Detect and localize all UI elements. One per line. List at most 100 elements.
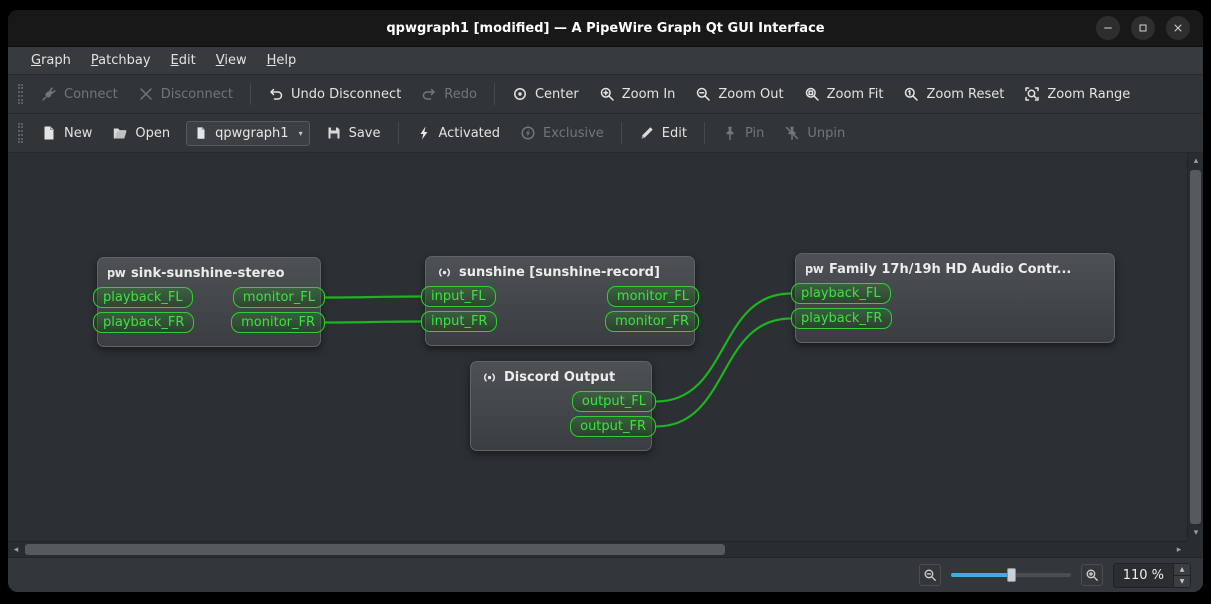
node-title-text: Family 17h/19h HD Audio Contr... [829,261,1072,277]
node-title-text: sunshine [sunshine-record] [459,264,660,280]
button-label: Activated [438,125,501,141]
node-discord[interactable]: Discord Output output_FL output_FR [470,361,656,451]
button-label: Zoom Out [718,86,784,102]
port-monitor_FR[interactable]: monitor_FR [231,312,325,333]
toolbar-handle[interactable] [18,123,23,143]
node-family[interactable]: pw Family 17h/19h HD Audio Contr... playba… [791,253,1115,343]
button-label: Disconnect [160,86,233,102]
connect-icon [41,86,57,102]
button-label: Open [135,125,171,141]
zoom-range-button[interactable]: Zoom Range [1014,81,1140,107]
canvas-area: pw sink-sunshine-stereo playback_FL monitor… [8,153,1203,557]
menu-help[interactable]: Help [258,50,306,71]
pipewire-icon: pw [108,266,126,280]
node-sunshine[interactable]: sunshine [sunshine-record] input_FL monito… [421,256,699,346]
maximize-button[interactable] [1131,16,1155,40]
scroll-left-icon[interactable]: ◂ [8,542,24,558]
menu-edit[interactable]: Edit [162,50,205,71]
toolbar-separator [703,122,705,144]
open-button[interactable]: Open [102,120,180,146]
port-monitor_FR[interactable]: monitor_FR [605,311,699,332]
button-label: Zoom Range [1047,86,1131,102]
window-title: qpwgraph1 [modified] — A PipeWire Graph … [386,20,825,36]
button-label: Edit [661,125,687,141]
zoom-fit-icon [804,86,820,102]
connection-cable[interactable] [323,320,423,324]
redo-icon [421,86,437,102]
hscroll-thumb[interactable] [25,544,725,555]
spin-down-icon[interactable]: ▼ [1174,575,1190,587]
open-icon [112,125,128,141]
titlebar[interactable]: qpwgraph1 [modified] — A PipeWire Graph … [8,10,1203,47]
graph-toolbar: Connect Disconnect Undo Disconnect Redo Cent… [8,75,1203,114]
zoom-out-button[interactable]: Zoom Out [685,81,793,107]
node-sink[interactable]: pw sink-sunshine-stereo playback_FL monitor… [93,257,325,347]
statusbar-zoom-in-button[interactable] [1080,564,1103,586]
zoom-fit-button[interactable]: Zoom Fit [794,81,894,107]
node-title-text: Discord Output [504,369,616,385]
port-output_FL[interactable]: output_FL [571,391,656,412]
port-input_FL[interactable]: input_FL [421,286,496,307]
menu-view[interactable]: View [207,50,256,71]
canvas-hscrollbar[interactable]: ◂ ▸ [8,541,1187,557]
zoom-value: 110 % [1122,567,1164,583]
scroll-right-icon[interactable]: ▸ [1171,542,1187,558]
port-playback_FR[interactable]: playback_FR [93,312,195,333]
activated-button[interactable]: Activated [406,120,511,146]
edit-button[interactable]: Edit [629,120,697,146]
zoom-reset-button[interactable]: Zoom Reset [893,81,1014,107]
menu-graph[interactable]: Graph [22,50,80,71]
zoom-spinbox[interactable]: 110 % ▲ ▼ [1112,562,1191,588]
disconnect-icon [138,86,154,102]
port-input_FR[interactable]: input_FR [421,311,498,332]
spin-up-icon[interactable]: ▲ [1174,563,1190,576]
pipewire-icon: pw [806,262,824,276]
button-label: Zoom Reset [926,86,1005,102]
close-button[interactable] [1166,16,1190,40]
port-row: playback_FR [791,308,1114,329]
activated-icon [416,125,432,141]
undo-disconnect-button[interactable]: Undo Disconnect [258,81,411,107]
statusbar-zoom-out-button[interactable] [918,564,941,586]
port-playback_FL[interactable]: playback_FL [93,287,193,308]
port-row: output_FR [471,416,656,437]
port-row: playback_FL [791,283,1114,304]
connection-cable[interactable] [323,295,423,299]
stream-icon [481,369,497,385]
save-button[interactable]: Save [316,120,391,146]
vscroll-thumb[interactable] [1190,170,1201,524]
port-output_FR[interactable]: output_FR [570,416,656,437]
redo-button: Redo [411,81,487,107]
button-label: New [64,125,93,141]
button-label: Pin [744,125,765,141]
graph-canvas[interactable]: pw sink-sunshine-stereo playback_FL monitor… [8,153,1187,541]
stream-icon [436,264,452,280]
button-label: Zoom Fit [826,86,884,102]
port-playback_FL[interactable]: playback_FL [791,283,891,304]
app-window: qpwgraph1 [modified] — A PipeWire Graph … [8,10,1203,592]
button-label: Redo [444,86,477,102]
canvas-vscrollbar[interactable]: ▴ ▾ [1187,153,1203,541]
zoom-slider-handle[interactable] [1006,568,1016,582]
save-icon [326,125,342,141]
new-button[interactable]: New [31,120,102,146]
center-icon [512,86,528,102]
minimize-button[interactable] [1096,16,1120,40]
toolbar-separator [249,83,251,105]
toolbar-handle[interactable] [18,84,23,104]
port-monitor_FL[interactable]: monitor_FL [232,287,325,308]
zoom-in-icon [599,86,615,102]
port-monitor_FL[interactable]: monitor_FL [606,286,699,307]
patchbay-file-combo[interactable]: qpwgraph1 ▾ [186,120,310,146]
zoom-in-button[interactable]: Zoom In [589,81,686,107]
zoom-reset-icon [903,86,919,102]
scroll-up-icon[interactable]: ▴ [1188,153,1203,169]
center-button[interactable]: Center [502,81,589,107]
menu-patchbay[interactable]: Patchbay [82,50,160,71]
statusbar: 110 % ▲ ▼ [8,557,1203,592]
port-playback_FR[interactable]: playback_FR [791,308,893,329]
unpin-icon [784,125,800,141]
zoom-slider[interactable] [950,566,1071,584]
undo-icon [268,86,284,102]
scroll-down-icon[interactable]: ▾ [1188,525,1203,541]
